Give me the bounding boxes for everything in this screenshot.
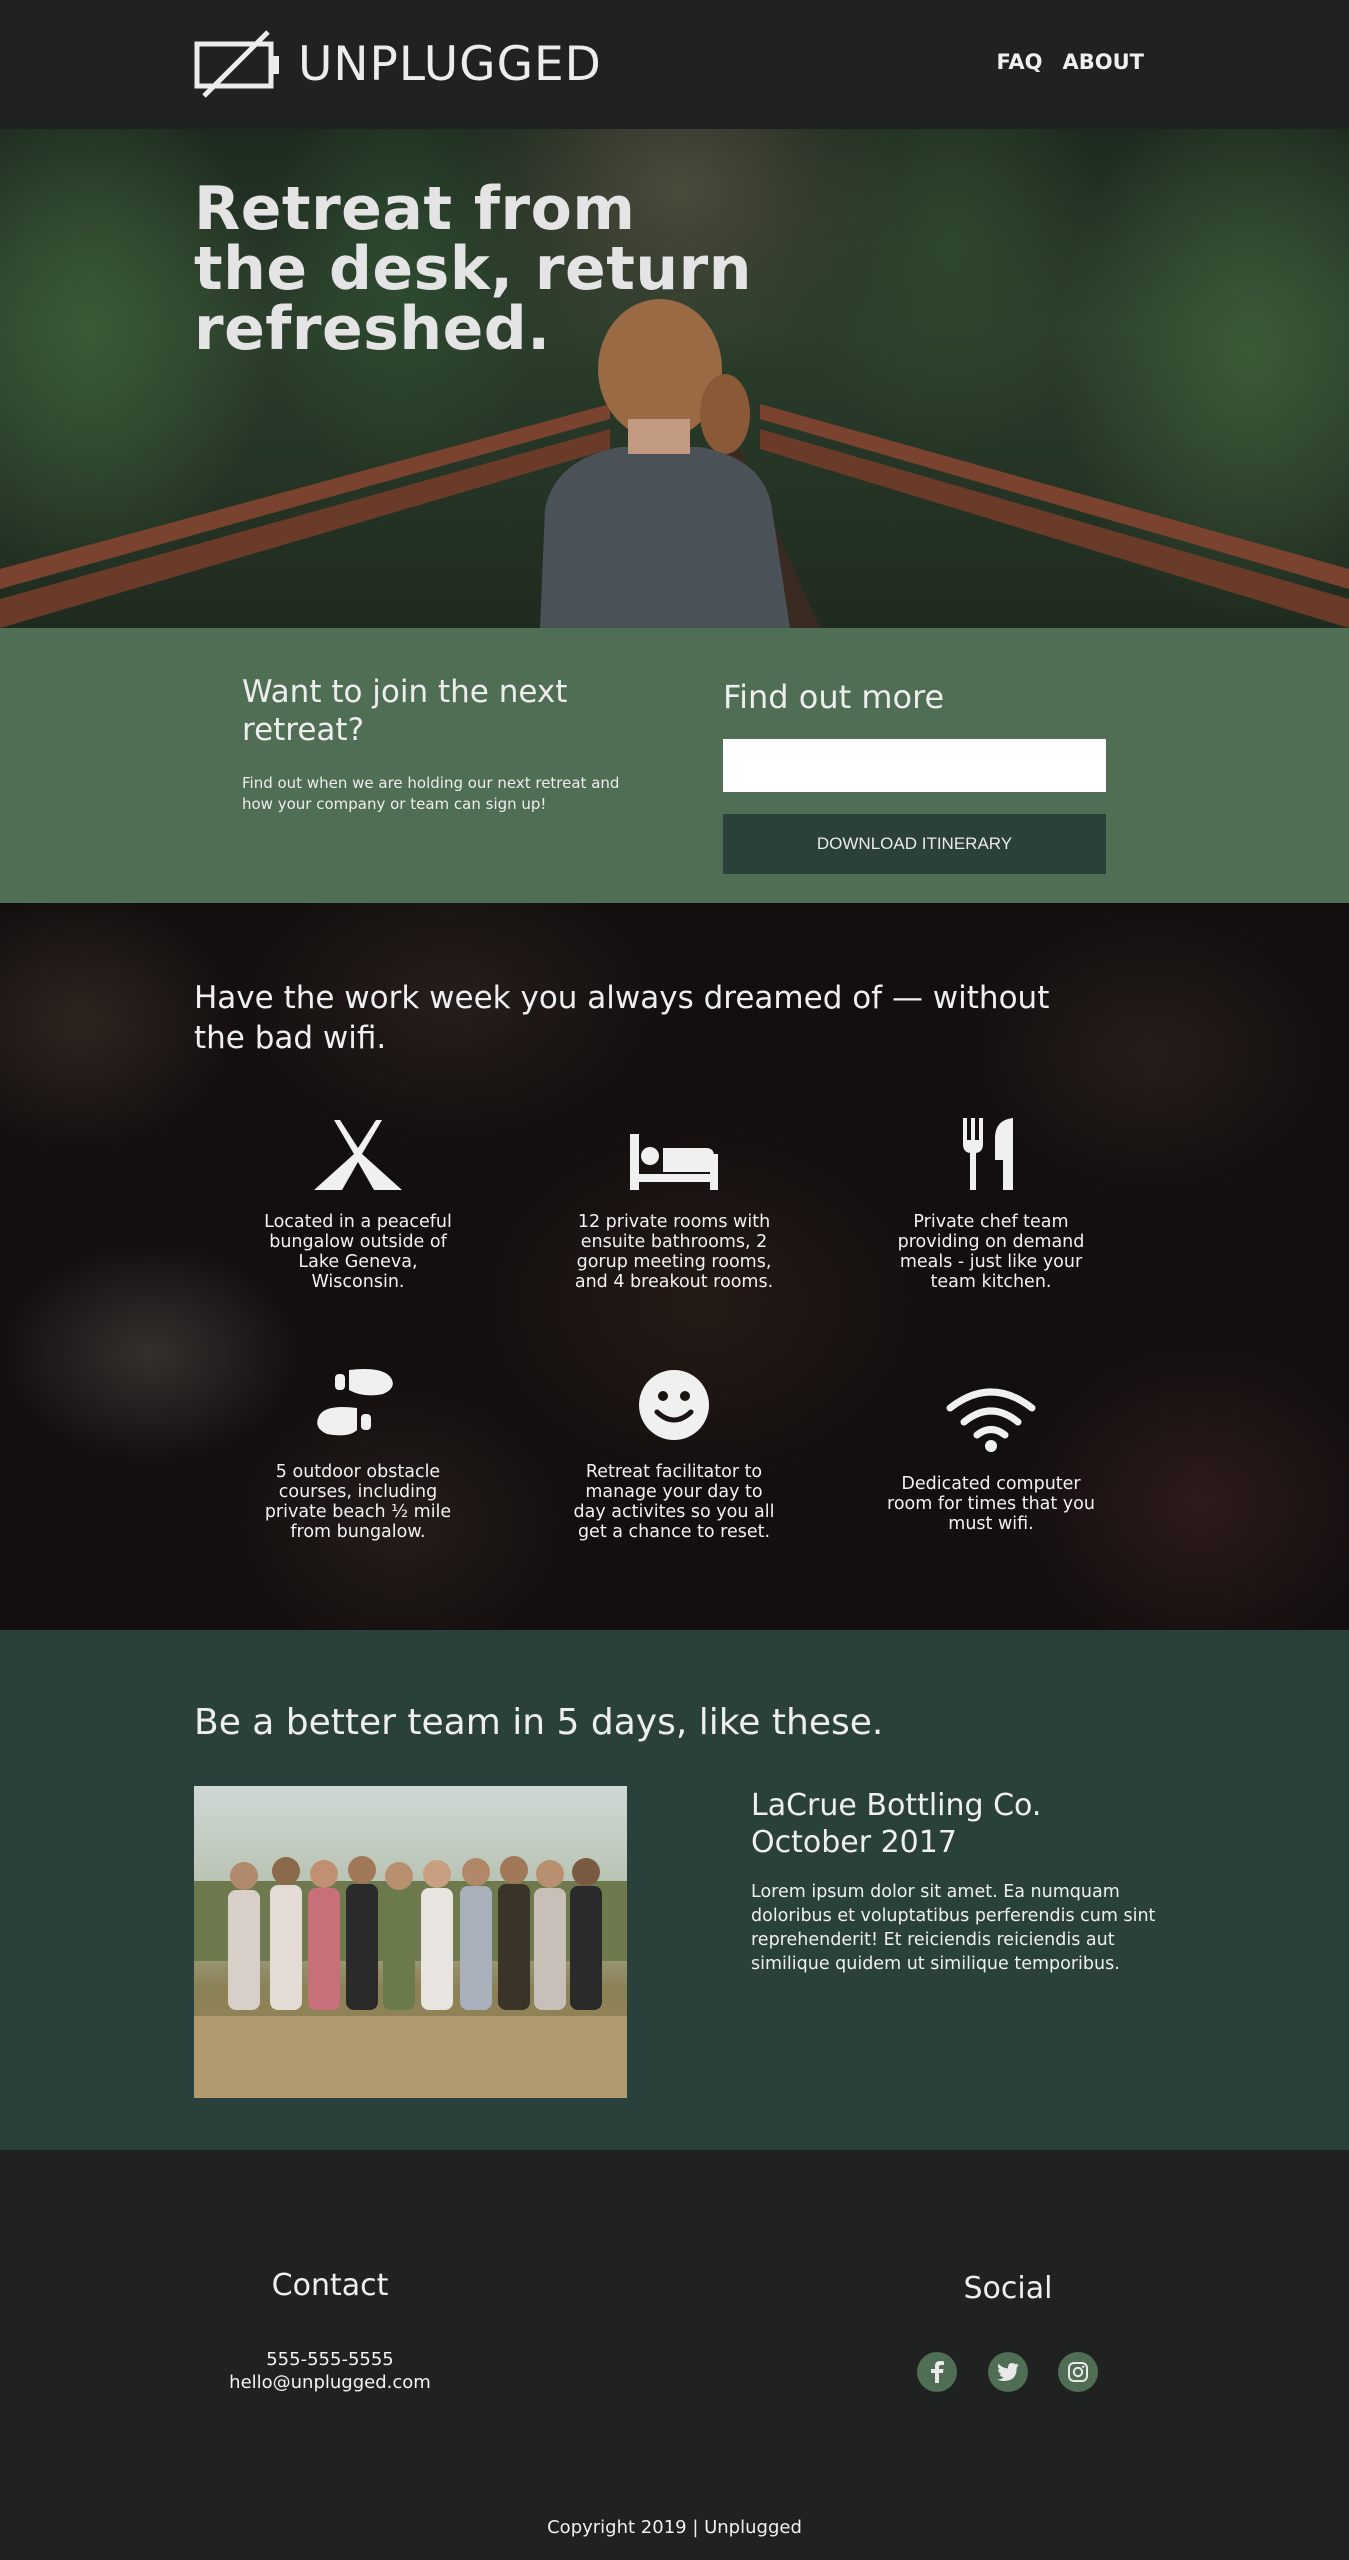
twitter-icon [997,2363,1019,2381]
site-header: UNPLUGGED FAQ ABOUT [0,0,1349,129]
site-footer: Contact 555-555-5555 hello@unplugged.com… [0,2150,1349,2560]
social-heading: Social [963,2271,1053,2306]
hero-section: Retreat from the desk, return refreshed. [0,129,1349,628]
feature-item: Dedicated computer room for times that y… [886,1362,1096,1534]
testimonial-heading: Be a better team in 5 days, like these. [194,1702,884,1743]
contact-heading: Contact [271,2268,389,2303]
testimonial-section: Be a better team in 5 days, like these. … [0,1630,1349,2150]
form-heading: Find out more [723,678,945,716]
signup-description: Find out when we are holding our next re… [242,774,620,813]
contact-email[interactable]: hello@unplugged.com [180,2372,480,2393]
feature-item: Private chef team providing on demand me… [886,1100,1096,1292]
feature-item: 5 outdoor obstacle courses, including pr… [253,1350,463,1542]
logo[interactable]: UNPLUGGED [194,30,602,98]
feature-text: 5 outdoor obstacle courses, including pr… [264,1462,452,1542]
utensils-icon [963,1118,1013,1190]
features-section: Have the work week you always dreamed of… [0,903,1349,1630]
case-study-text: Lorem ipsum dolor sit amet. Ea numquam d… [751,1882,1156,1974]
footprints-icon [317,1369,393,1436]
feature-text: Private chef team providing on demand me… [897,1212,1085,1292]
tent-icon [314,1120,402,1190]
bed-icon [630,1134,718,1190]
brand-name: UNPLUGGED [298,36,602,92]
instagram-link[interactable] [1058,2352,1098,2392]
feature-text: 12 private rooms with ensuite bathrooms,… [574,1212,774,1292]
contact-phone[interactable]: 555-555-5555 [180,2349,480,2370]
feature-text: Dedicated computer room for times that y… [887,1474,1095,1534]
signup-section: Want to join the next retreat? Find out … [0,628,1349,903]
wifi-icon [946,1388,1036,1452]
no-battery-icon [194,30,279,98]
nav-faq-link[interactable]: FAQ [996,50,1042,74]
download-itinerary-button[interactable]: DOWNLOAD ITINERARY [723,814,1106,874]
instagram-icon [1068,2362,1088,2382]
copyright: Copyright 2019 | Unplugged [547,2517,802,2538]
facebook-icon [931,2361,944,2383]
nav-about-link[interactable]: ABOUT [1063,50,1145,74]
hero-title: Retreat from the desk, return refreshed. [194,174,752,364]
smile-icon [639,1370,709,1440]
feature-text: Retreat facilitator to manage your day t… [573,1462,775,1542]
features-heading: Have the work week you always dreamed of… [194,980,1050,1056]
email-input[interactable] [723,739,1106,792]
feature-item: Retreat facilitator to manage your day t… [569,1350,779,1542]
facebook-link[interactable] [917,2352,957,2392]
team-photo [194,1786,627,2098]
signup-heading: Want to join the next retreat? [242,674,568,748]
twitter-link[interactable] [988,2352,1028,2392]
main-nav: FAQ ABOUT [996,50,1144,74]
case-study-title: LaCrue Bottling Co. October 2017 [751,1788,1042,1860]
feature-item: Located in a peaceful bungalow outside o… [253,1100,463,1292]
feature-item: 12 private rooms with ensuite bathrooms,… [569,1100,779,1292]
feature-text: Located in a peaceful bungalow outside o… [264,1212,452,1292]
